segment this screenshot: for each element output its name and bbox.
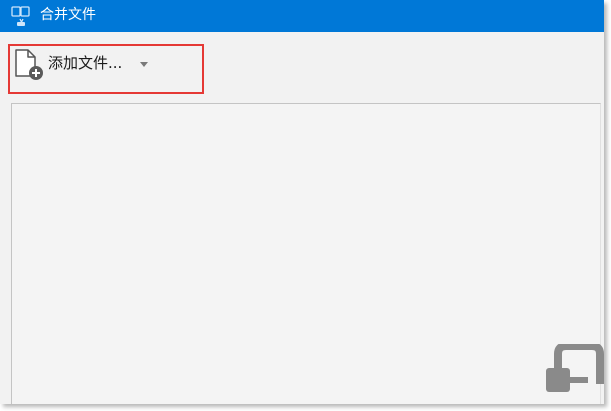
watermark-icon <box>546 344 604 392</box>
merge-files-window: 合并文件 添加文件... <box>0 0 604 404</box>
add-files-label: 添加文件... <box>48 54 123 72</box>
merge-files-icon <box>11 6 30 26</box>
window-title: 合并文件 <box>40 7 96 23</box>
toolbar: 添加文件... <box>0 32 604 98</box>
file-add-icon <box>15 49 43 80</box>
file-list-area[interactable] <box>11 103 601 404</box>
chevron-down-icon[interactable] <box>140 62 148 67</box>
title-bar: 合并文件 <box>0 0 604 32</box>
add-files-button[interactable]: 添加文件... <box>12 46 202 82</box>
